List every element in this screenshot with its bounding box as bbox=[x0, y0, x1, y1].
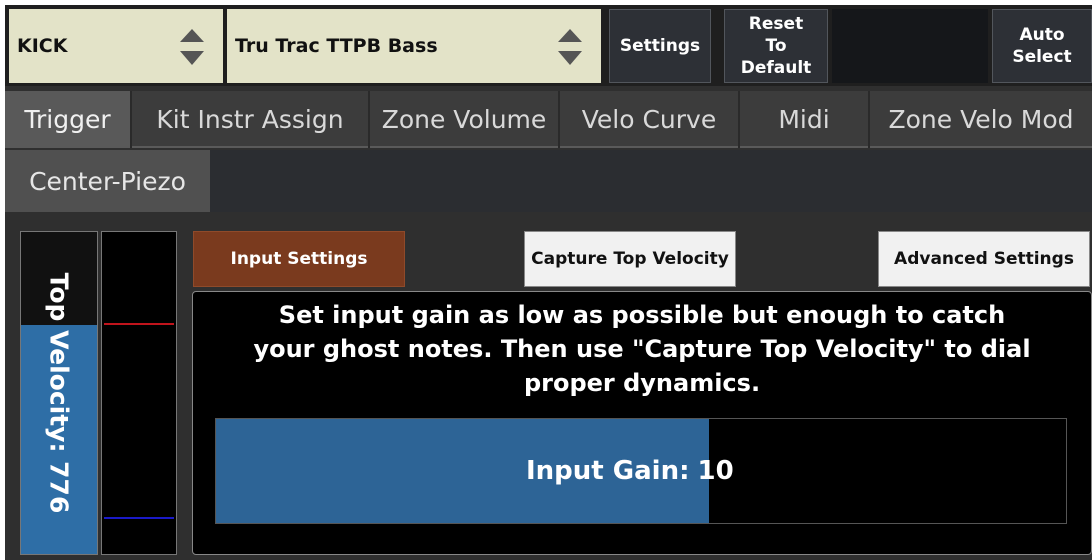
empty-slot bbox=[832, 9, 988, 83]
up-down-stepper-icon[interactable] bbox=[179, 27, 205, 67]
preset-select[interactable]: Tru Trac TTPB Bass bbox=[227, 9, 601, 83]
settings-button[interactable]: Settings bbox=[609, 9, 711, 83]
preset-select-value: Tru Trac TTPB Bass bbox=[235, 35, 438, 57]
advanced-settings-button[interactable]: Advanced Settings bbox=[878, 231, 1090, 287]
capture-top-velocity-button[interactable]: Capture Top Velocity bbox=[524, 231, 736, 287]
input-gain-slider[interactable]: Input Gain: 10 bbox=[215, 418, 1067, 524]
settings-button-label: Settings bbox=[619, 36, 701, 56]
input-settings-label: Input Settings bbox=[230, 249, 368, 269]
tab-velo-curve[interactable]: Velo Curve bbox=[560, 91, 740, 148]
input-gain-readout: Input Gain: 10 bbox=[526, 419, 734, 523]
reset-label-line: To bbox=[765, 36, 787, 56]
input-settings-panel: Set input gain as low as possible but en… bbox=[192, 291, 1092, 555]
auto-select-label-line: Auto bbox=[1019, 25, 1065, 45]
advanced-settings-label: Advanced Settings bbox=[894, 249, 1074, 269]
input-settings-button[interactable]: Input Settings bbox=[193, 231, 405, 287]
noise-threshold-line bbox=[104, 516, 174, 519]
trigger-scope bbox=[101, 231, 177, 555]
app-window: KICK Tru Trac TTPB Bass Settings Reset T… bbox=[5, 5, 1092, 560]
reset-label-line: Default bbox=[740, 58, 812, 78]
instrument-select[interactable]: KICK bbox=[9, 9, 223, 83]
tab-zone-velo-mod[interactable]: Zone Velo Mod bbox=[870, 91, 1092, 148]
tab-midi[interactable]: Midi bbox=[740, 91, 870, 148]
capture-top-velocity-label: Capture Top Velocity bbox=[531, 249, 729, 269]
tab-zone-volume[interactable]: Zone Volume bbox=[370, 91, 560, 148]
input-gain-value: 10 bbox=[697, 456, 734, 486]
instructions-text: Set input gain as low as possible but en… bbox=[253, 301, 1031, 397]
main-tabs: Trigger Kit Instr Assign Zone Volume Vel… bbox=[5, 91, 1092, 148]
zone-tabs: Center-Piezo bbox=[5, 150, 1092, 212]
tab-trigger[interactable]: Trigger bbox=[5, 91, 132, 148]
reset-label-line: Reset bbox=[748, 14, 804, 34]
tab-kit-instr-assign[interactable]: Kit Instr Assign bbox=[132, 91, 370, 148]
auto-select-button[interactable]: Auto Select bbox=[992, 9, 1092, 83]
input-gain-label: Input Gain: bbox=[526, 456, 690, 486]
tab-center-piezo[interactable]: Center-Piezo bbox=[5, 150, 210, 212]
peak-threshold-line bbox=[104, 323, 174, 326]
instrument-select-value: KICK bbox=[17, 35, 68, 57]
up-down-stepper-icon[interactable] bbox=[557, 27, 583, 67]
reset-to-default-button[interactable]: Reset To Default bbox=[724, 9, 828, 83]
top-velocity-meter: Top Velocity: 776 bbox=[20, 231, 98, 555]
top-bar: KICK Tru Trac TTPB Bass Settings Reset T… bbox=[5, 5, 1092, 86]
auto-select-label-line: Select bbox=[1012, 47, 1072, 67]
top-velocity-label: Top Velocity: 776 bbox=[44, 272, 74, 514]
